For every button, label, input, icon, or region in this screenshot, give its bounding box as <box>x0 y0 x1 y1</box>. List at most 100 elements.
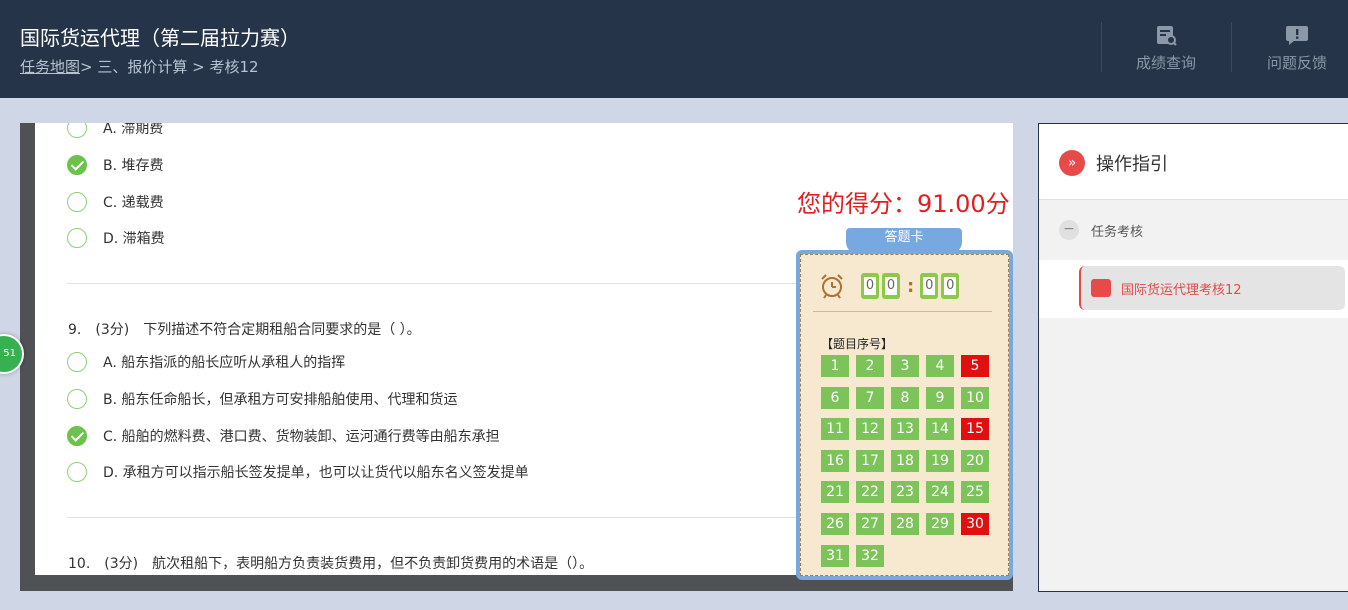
question-number-cell[interactable]: 28 <box>891 513 919 535</box>
q8-option-d[interactable]: D. 滞箱费 <box>67 227 165 249</box>
timer-digit: 0 <box>941 273 960 299</box>
question-number-cell[interactable]: 30 <box>961 513 989 535</box>
option-text: A. 船东指派的船长应听从承租人的指挥 <box>103 355 346 371</box>
section-task-assessment[interactable]: − 任务考核 <box>1059 220 1143 240</box>
q9-stem: 9. (3分) 下列描述不符合定期租船合同要求的是（ ）。 <box>68 319 435 339</box>
card-divider <box>813 311 992 312</box>
q8-option-b[interactable]: B. 堆存费 <box>67 154 164 176</box>
timer-digit: 0 <box>861 273 879 299</box>
radio-unchecked[interactable] <box>67 123 87 138</box>
question-number-cell[interactable]: 5 <box>961 355 989 377</box>
header-divider <box>1101 22 1102 72</box>
answer-card: 0 0 : 0 0 【题目序号】 1 2 3 4 5 6 7 8 9 10 11 12 13 14 15 16… <box>796 250 1013 580</box>
option-text: D. 承租方可以指示船长签发提单，也可以让货代以船东名义签发提单 <box>103 465 529 481</box>
radio-checked[interactable] <box>67 426 87 446</box>
question-number: 10. <box>68 556 91 572</box>
option-text: C. 船舶的燃料费、港口费、货物装卸、运河通行费等由船东承担 <box>103 429 500 445</box>
page-title: 国际货运代理（第二届拉力赛） <box>20 26 300 50</box>
question-number-cell[interactable]: 26 <box>821 513 849 535</box>
score-query-button[interactable]: 成绩查询 <box>1108 24 1224 73</box>
panel-title: 操作指引 <box>1096 154 1168 175</box>
collapse-icon[interactable]: − <box>1059 220 1079 240</box>
question-number-cell[interactable]: 3 <box>891 355 919 377</box>
q10-stem: 10. (3分) 航次租船下，表明船方负责装货费用，但不负责卸货费用的术语是（）。 <box>68 553 607 573</box>
question-number-cell[interactable]: 27 <box>856 513 884 535</box>
question-text: 航次租船下，表明船方负责装货费用，但不负责卸货费用的术语是（）。 <box>152 556 594 572</box>
double-chevron-icon[interactable]: » <box>1059 150 1085 176</box>
option-text: C. 递载费 <box>103 195 164 211</box>
q8-option-c[interactable]: C. 递载费 <box>67 191 164 213</box>
feedback-label: 问题反馈 <box>1266 54 1327 72</box>
question-number-cell[interactable]: 6 <box>821 386 849 409</box>
answer-card-body: 0 0 : 0 0 【题目序号】 1 2 3 4 5 6 7 8 9 10 11 12 13 14 15 16… <box>800 254 1009 576</box>
question-sequence-title: 【题目序号】 <box>821 337 894 351</box>
radio-unchecked[interactable] <box>67 228 87 248</box>
question-separator <box>67 517 847 518</box>
question-number-cell[interactable]: 10 <box>961 386 989 409</box>
option-text: A. 滞期费 <box>103 123 164 137</box>
timer-colon: : <box>907 275 915 297</box>
q9-option-b[interactable]: B. 船东任命船长，但承租方可安排船舶使用、代理和货运 <box>67 388 458 410</box>
q9-option-c[interactable]: C. 船舶的燃料费、港口费、货物装卸、运河通行费等由船东承担 <box>67 425 500 447</box>
task-item-assessment-12[interactable]: 国际货运代理考核12 <box>1079 266 1345 310</box>
question-number-cell[interactable]: 21 <box>821 481 849 504</box>
question-number-cell[interactable]: 4 <box>926 355 954 377</box>
alarm-clock-icon <box>821 274 843 299</box>
timer: 0 0 : 0 0 <box>819 273 962 299</box>
task-label: 国际货运代理考核12 <box>1121 282 1242 298</box>
question-number-cell[interactable]: 2 <box>856 355 884 377</box>
header-divider <box>1231 22 1232 72</box>
question-number-cell[interactable]: 16 <box>821 449 849 472</box>
question-text: 下列描述不符合定期租船合同要求的是（ ）。 <box>143 322 421 338</box>
question-number-cell[interactable]: 20 <box>961 449 989 472</box>
question-number-cell[interactable]: 24 <box>926 481 954 504</box>
task-list-icon <box>1091 279 1111 297</box>
question-number-cell[interactable]: 22 <box>856 481 884 504</box>
question-number-cell[interactable]: 25 <box>961 481 989 504</box>
question-number-cell[interactable]: 32 <box>856 544 884 567</box>
question-number-cell[interactable]: 12 <box>856 418 884 441</box>
question-number-cell[interactable]: 9 <box>926 386 954 409</box>
question-number-cell[interactable]: 19 <box>926 449 954 472</box>
feedback-button[interactable]: 问题反馈 <box>1239 24 1348 73</box>
question-number-cell[interactable]: 7 <box>856 386 884 409</box>
question-number: 9. <box>68 322 82 338</box>
q9-option-d[interactable]: D. 承租方可以指示船长签发提单，也可以让货代以船东名义签发提单 <box>67 461 529 483</box>
section-label: 任务考核 <box>1091 224 1144 240</box>
timer-digit: 0 <box>920 273 939 299</box>
question-number-cell[interactable]: 17 <box>856 449 884 472</box>
top-header: 国际货运代理（第二届拉力赛） 任务地图> 三、报价计算 > 考核12 成绩查询 … <box>0 0 1348 98</box>
question-number-cell[interactable]: 14 <box>926 418 954 441</box>
feedback-icon <box>1286 26 1308 45</box>
breadcrumb: 任务地图> 三、报价计算 > 考核12 <box>20 56 259 77</box>
option-text: D. 滞箱费 <box>103 231 165 247</box>
question-number-cell[interactable]: 1 <box>821 355 849 377</box>
question-number-cell[interactable]: 31 <box>821 544 849 567</box>
option-text: B. 船东任命船长，但承租方可安排船舶使用、代理和货运 <box>103 392 458 408</box>
question-score: (3分) <box>95 322 130 338</box>
answer-card-ribbon: 答题卡 <box>846 228 962 254</box>
score-display: 您的得分：91.00分 <box>797 190 1010 218</box>
q8-option-a[interactable]: A. 滞期费 <box>67 123 163 139</box>
breadcrumb-path: > 三、报价计算 > 考核12 <box>80 58 259 76</box>
radio-checked[interactable] <box>67 155 87 175</box>
panel-header: » 操作指引 <box>1039 124 1348 200</box>
radio-unchecked[interactable] <box>67 352 87 372</box>
radio-unchecked[interactable] <box>67 462 87 482</box>
question-number-cell[interactable]: 11 <box>821 418 849 441</box>
option-text: B. 堆存费 <box>103 158 164 174</box>
question-number-cell[interactable]: 15 <box>961 418 989 441</box>
question-number-cell[interactable]: 8 <box>891 386 919 409</box>
breadcrumb-task-map-link[interactable]: 任务地图 <box>20 58 80 76</box>
question-number-cell[interactable]: 18 <box>891 449 919 472</box>
q9-option-a[interactable]: A. 船东指派的船长应听从承租人的指挥 <box>67 351 345 373</box>
question-number-cell[interactable]: 13 <box>891 418 919 441</box>
radio-unchecked[interactable] <box>67 389 87 409</box>
question-number-cell[interactable]: 29 <box>926 513 954 535</box>
task-item-wrapper: 国际货运代理考核12 <box>1039 260 1348 318</box>
score-query-label: 成绩查询 <box>1135 54 1196 72</box>
operation-guide-panel: » 操作指引 − 任务考核 国际货运代理考核12 <box>1038 123 1348 592</box>
score-query-icon <box>1157 26 1177 46</box>
question-number-cell[interactable]: 23 <box>891 481 919 504</box>
radio-unchecked[interactable] <box>67 192 87 212</box>
